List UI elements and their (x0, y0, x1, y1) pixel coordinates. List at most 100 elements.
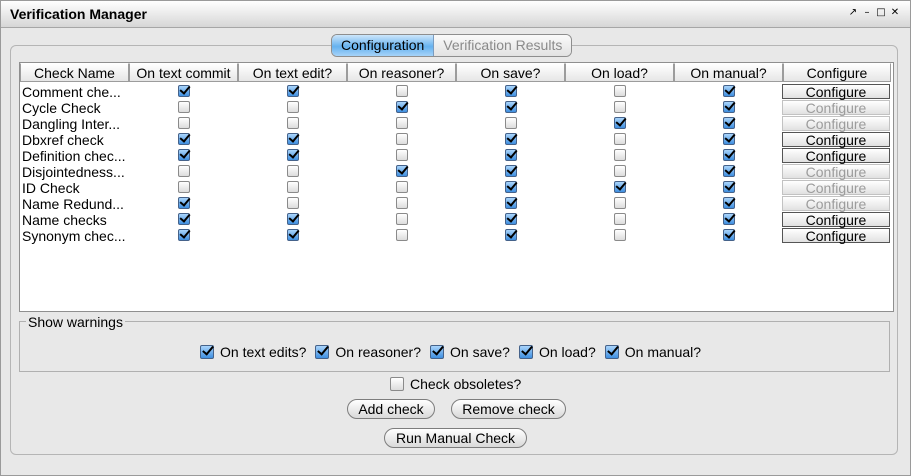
remove-check-button[interactable]: Remove check (451, 399, 566, 419)
configure-button[interactable]: Configure (782, 196, 890, 212)
check-checkbox[interactable] (505, 213, 517, 225)
check-checkbox[interactable] (614, 229, 626, 241)
header-configure[interactable]: Configure (783, 63, 891, 82)
check-checkbox[interactable] (614, 213, 626, 225)
warning-option[interactable]: On save? (430, 344, 510, 360)
tab-verification-results[interactable]: Verification Results (434, 35, 572, 56)
table-row[interactable]: Cycle Check Configure (20, 100, 893, 116)
table-row[interactable]: Synonym chec... Configure (20, 228, 893, 244)
check-checkbox[interactable] (614, 101, 626, 113)
header-on-text-edit[interactable]: On text edit? (238, 63, 347, 82)
check-checkbox[interactable] (178, 181, 190, 193)
check-checkbox[interactable] (396, 181, 408, 193)
table-row[interactable]: Definition chec... Configure (20, 148, 893, 164)
check-checkbox[interactable] (178, 101, 190, 113)
check-checkbox[interactable] (178, 117, 190, 129)
header-on-load[interactable]: On load? (565, 63, 674, 82)
check-checkbox[interactable] (178, 149, 190, 161)
warning-option[interactable]: On text edits? (200, 344, 306, 360)
check-checkbox[interactable] (614, 181, 626, 193)
check-checkbox[interactable] (396, 197, 408, 209)
header-on-save[interactable]: On save? (456, 63, 565, 82)
close-icon[interactable]: ✕ (890, 7, 900, 19)
check-checkbox[interactable] (396, 165, 408, 177)
check-checkbox[interactable] (178, 229, 190, 241)
check-checkbox[interactable] (178, 133, 190, 145)
check-checkbox[interactable] (505, 117, 517, 129)
check-checkbox[interactable] (723, 165, 735, 177)
configure-button[interactable]: Configure (782, 180, 890, 196)
check-checkbox[interactable] (287, 117, 299, 129)
check-checkbox[interactable] (287, 197, 299, 209)
header-on-reasoner[interactable]: On reasoner? (347, 63, 456, 82)
maximize-icon[interactable]: □ (876, 7, 886, 19)
check-checkbox[interactable] (505, 165, 517, 177)
check-checkbox[interactable] (396, 117, 408, 129)
check-checkbox[interactable] (396, 213, 408, 225)
configure-button[interactable]: Configure (782, 228, 890, 244)
check-checkbox[interactable] (614, 133, 626, 145)
check-checkbox[interactable] (396, 229, 408, 241)
title-bar[interactable]: Verification Manager ↗ – □ ✕ (1, 1, 910, 28)
header-check-name[interactable]: Check Name (20, 63, 129, 82)
check-checkbox[interactable] (723, 197, 735, 209)
check-checkbox[interactable] (723, 181, 735, 193)
warning-checkbox[interactable] (518, 345, 533, 359)
table-row[interactable]: Comment che... Configure (20, 84, 893, 100)
table-row[interactable]: ID Check Configure (20, 180, 893, 196)
run-manual-check-button[interactable]: Run Manual Check (384, 428, 527, 448)
check-checkbox[interactable] (614, 85, 626, 97)
configure-button[interactable]: Configure (782, 132, 890, 148)
check-checkbox[interactable] (505, 197, 517, 209)
check-checkbox[interactable] (396, 101, 408, 113)
check-checkbox[interactable] (723, 117, 735, 129)
check-checkbox[interactable] (723, 101, 735, 113)
check-checkbox[interactable] (505, 149, 517, 161)
add-check-button[interactable]: Add check (347, 399, 435, 419)
check-checkbox[interactable] (287, 85, 299, 97)
header-on-manual[interactable]: On manual? (674, 63, 783, 82)
configure-button[interactable]: Configure (782, 100, 890, 116)
configure-button[interactable]: Configure (782, 116, 890, 132)
check-checkbox[interactable] (178, 197, 190, 209)
check-checkbox[interactable] (723, 149, 735, 161)
table-row[interactable]: Disjointedness... Configure (20, 164, 893, 180)
check-checkbox[interactable] (505, 133, 517, 145)
pin-icon[interactable]: ↗ (848, 7, 858, 19)
check-checkbox[interactable] (287, 229, 299, 241)
table-row[interactable]: Name checks Configure (20, 212, 893, 228)
warning-option[interactable]: On reasoner? (315, 344, 421, 360)
check-checkbox[interactable] (396, 133, 408, 145)
check-checkbox[interactable] (723, 133, 735, 145)
check-checkbox[interactable] (396, 149, 408, 161)
check-checkbox[interactable] (614, 117, 626, 129)
check-obsoletes-box[interactable] (390, 377, 404, 391)
check-checkbox[interactable] (723, 213, 735, 225)
check-checkbox[interactable] (614, 165, 626, 177)
check-checkbox[interactable] (614, 197, 626, 209)
table-row[interactable]: Name Redund... Configure (20, 196, 893, 212)
check-checkbox[interactable] (723, 85, 735, 97)
check-checkbox[interactable] (396, 85, 408, 97)
check-checkbox[interactable] (505, 181, 517, 193)
configure-button[interactable]: Configure (782, 212, 890, 228)
warning-checkbox[interactable] (315, 345, 330, 359)
configure-button[interactable]: Configure (782, 84, 890, 100)
warning-checkbox[interactable] (430, 345, 444, 359)
check-checkbox[interactable] (178, 213, 190, 225)
check-checkbox[interactable] (287, 213, 299, 225)
warning-checkbox[interactable] (200, 345, 214, 359)
configure-button[interactable]: Configure (782, 148, 890, 164)
check-checkbox[interactable] (505, 229, 517, 241)
check-checkbox[interactable] (287, 133, 299, 145)
table-row[interactable]: Dbxref check Configure (20, 132, 893, 148)
warning-option[interactable]: On manual? (604, 344, 701, 360)
minimize-icon[interactable]: – (862, 7, 872, 19)
warning-option[interactable]: On load? (518, 344, 596, 360)
table-row[interactable]: Dangling Inter... Configure (20, 116, 893, 132)
check-checkbox[interactable] (287, 181, 299, 193)
check-checkbox[interactable] (287, 101, 299, 113)
check-checkbox[interactable] (287, 149, 299, 161)
check-checkbox[interactable] (287, 165, 299, 177)
check-checkbox[interactable] (723, 229, 735, 241)
